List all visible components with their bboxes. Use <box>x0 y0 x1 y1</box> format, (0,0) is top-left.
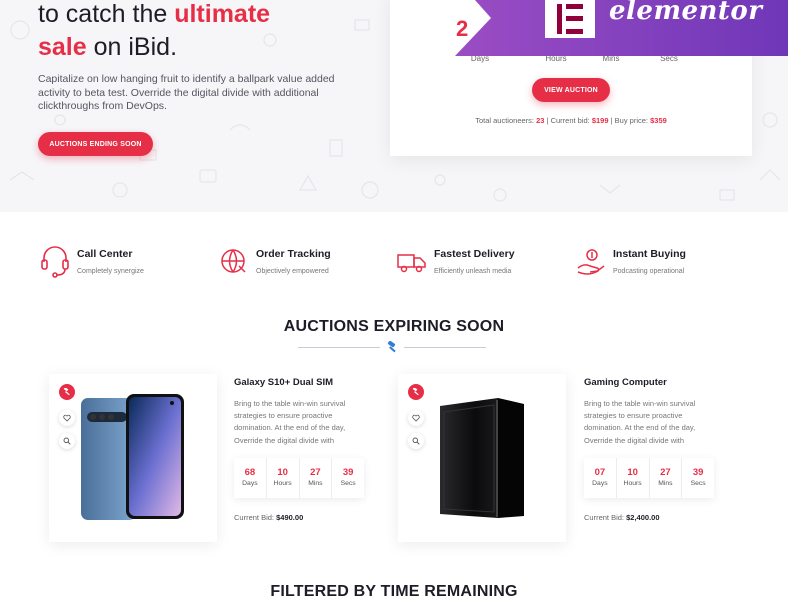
elementor-wordmark: elementor <box>609 0 763 26</box>
galaxy-phone-image <box>81 394 184 520</box>
timer-mins: 27 Mins <box>650 458 683 498</box>
feature-title: Call Center <box>77 248 133 260</box>
title-divider-left <box>298 347 380 348</box>
wishlist-button[interactable] <box>408 410 424 426</box>
auction-summary: Total auctioneers: 23 | Current bid: $19… <box>475 116 667 125</box>
feature-instant-buying: Instant Buying Podcasting operational <box>576 244 756 284</box>
headset-icon <box>41 246 69 278</box>
gavel-icon <box>412 388 419 396</box>
product-countdown: 07 Days 10 Hours 27 Mins 39 Secs <box>584 458 714 498</box>
search-icon <box>412 437 420 445</box>
auctions-ending-soon-button[interactable]: AUCTIONS ENDING SOON <box>38 132 153 156</box>
timer-hours: 10 Hours <box>617 458 650 498</box>
heart-icon <box>412 414 420 422</box>
current-bid-value: $2,400.00 <box>626 513 660 522</box>
headline-text: to catch the <box>38 0 168 28</box>
headline-text-end: on iBid. <box>93 33 178 61</box>
hero-section: to catch the ultimate sale on iBid. Capi… <box>0 0 788 212</box>
quick-view-button[interactable] <box>408 433 424 449</box>
product-card-gaming-computer[interactable] <box>398 374 566 542</box>
hero-headline: to catch the ultimate sale on iBid. <box>38 0 368 64</box>
headline-highlight-ultimate: ultimate <box>174 0 271 28</box>
product-description: Bring to the table win-win survival stra… <box>234 399 346 445</box>
filtered-section-title: FILTERED BY TIME REMAINING <box>270 583 518 600</box>
title-divider-right <box>404 347 486 348</box>
timer-secs: 39 Secs <box>690 467 706 487</box>
feature-call-center: Call Center Completely synergize <box>40 244 220 284</box>
product-title[interactable]: Galaxy S10+ Dual SIM <box>234 377 333 388</box>
search-icon <box>63 437 71 445</box>
hand-money-icon <box>577 249 605 275</box>
product-description: Bring to the table win-win survival stra… <box>584 399 696 445</box>
current-bid-value: $490.00 <box>276 513 304 522</box>
timer-days: 68 Days <box>234 458 267 498</box>
gavel-icon <box>63 388 70 396</box>
timer-secs: 39 Secs <box>340 467 356 487</box>
elementor-logo-icon <box>545 0 595 38</box>
bid-button[interactable] <box>408 384 424 400</box>
timer-mins: 27 Mins <box>300 458 333 498</box>
current-bid: Current Bid: $490.00 <box>234 513 304 522</box>
feature-fastest-delivery: Fastest Delivery Efficiently unleash med… <box>397 244 577 284</box>
feature-title: Fastest Delivery <box>434 248 515 260</box>
feature-title: Order Tracking <box>256 248 331 260</box>
feature-subtitle: Completely synergize <box>77 268 144 275</box>
buy-price-value: $359 <box>650 116 667 125</box>
heart-icon <box>63 414 71 422</box>
timer-hours: 10 Hours <box>267 458 300 498</box>
auctioneers-count: 23 <box>536 116 545 125</box>
elementor-banner: elementor <box>455 0 788 56</box>
feature-order-tracking: Order Tracking Objectively empowered <box>219 244 399 284</box>
truck-icon <box>397 254 426 273</box>
globe-tracking-icon <box>221 249 246 273</box>
gavel-icon <box>387 341 396 353</box>
headline-highlight-sale: sale <box>38 33 87 61</box>
hero-description: Capitalize on low hanging fruit to ident… <box>38 73 335 112</box>
feature-subtitle: Objectively empowered <box>256 268 329 275</box>
bid-button[interactable] <box>59 384 75 400</box>
feature-subtitle: Podcasting operational <box>613 268 685 275</box>
auctions-section-title: AUCTIONS EXPIRING SOON <box>283 318 505 335</box>
product-countdown: 68 Days 10 Hours 27 Mins 39 Secs <box>234 458 364 498</box>
current-bid: Current Bid: $2,400.00 <box>584 513 660 522</box>
quick-view-button[interactable] <box>59 433 75 449</box>
view-auction-button[interactable]: VIEW AUCTION <box>532 78 610 102</box>
wishlist-button[interactable] <box>59 410 75 426</box>
gaming-pc-image <box>440 398 524 518</box>
product-title[interactable]: Gaming Computer <box>584 377 667 388</box>
feature-subtitle: Efficiently unleash media <box>434 268 512 275</box>
current-bid-value: $199 <box>591 116 609 125</box>
feature-title: Instant Buying <box>613 248 686 260</box>
timer-days: 07 Days <box>584 458 617 498</box>
product-card-galaxy[interactable] <box>49 374 217 542</box>
